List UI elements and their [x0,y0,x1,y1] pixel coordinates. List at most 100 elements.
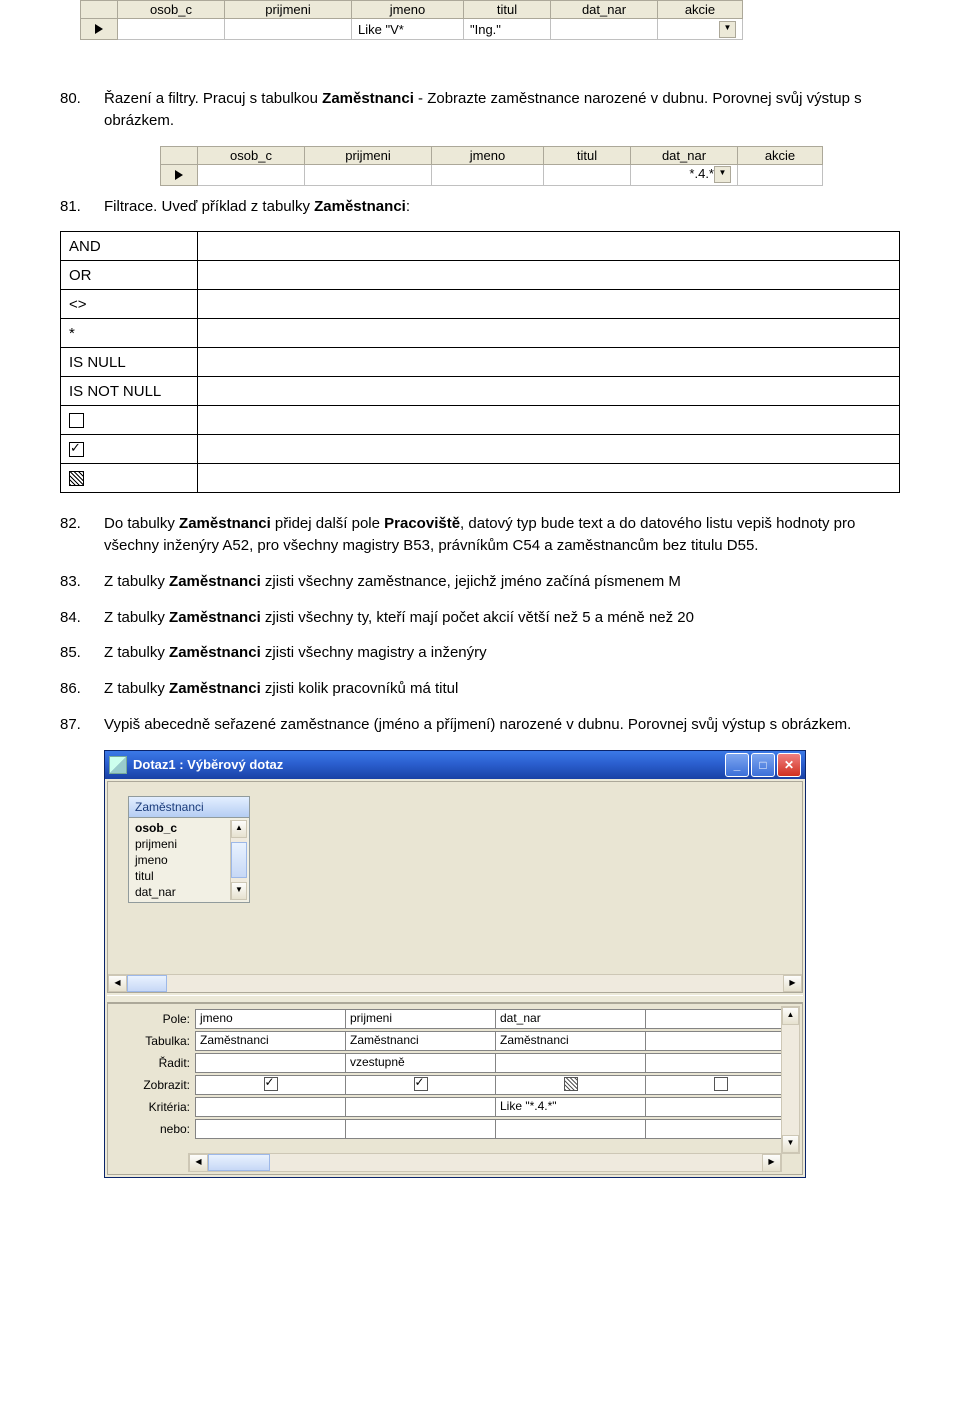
filter-grid-1: osob_c prijmeni jmeno titul dat_nar akci… [80,0,743,40]
filter-isnotnull: IS NOT NULL [61,377,198,406]
qbe-cell[interactable]: vzestupně [345,1053,496,1073]
scroll-thumb[interactable] [208,1154,270,1171]
qbe-cell[interactable] [645,1009,796,1029]
task-number: 83. [60,571,104,593]
scroll-left-icon[interactable]: ◀ [189,1154,208,1172]
label-nebo: nebo: [118,1120,196,1142]
show-checkbox[interactable] [345,1075,496,1095]
scroll-thumb[interactable] [127,975,167,992]
task-text: Z tabulky Zaměstnanci zjisti všechny zam… [104,571,900,593]
task-text: Z tabulky Zaměstnanci zjisti všechny ty,… [104,607,900,629]
col-jmeno[interactable]: jmeno [352,1,464,19]
show-checkbox[interactable] [645,1075,796,1095]
field-item[interactable]: osob_c [131,820,230,836]
scroll-down-icon[interactable]: ▼ [782,1135,799,1153]
scroll-up-icon[interactable]: ▲ [782,1007,799,1025]
maximize-button[interactable]: □ [751,753,775,777]
cell[interactable]: "Ing." [464,19,551,40]
label-pole: Pole: [118,1010,196,1032]
tables-pane[interactable]: Zaměstnanci osob_c prijmeni jmeno titul … [107,781,803,993]
field-item[interactable]: dat_nar [131,884,230,900]
qbe-cell[interactable] [645,1031,796,1051]
table-header[interactable]: Zaměstnanci [129,797,249,818]
filter-star: * [61,319,198,348]
dropdown-icon[interactable]: ▼ [719,21,736,38]
task-number: 81. [60,196,104,218]
qbe-cell[interactable] [195,1053,346,1073]
cell[interactable]: Like "V* [352,19,464,40]
upper-hscrollbar[interactable]: ◀ ▶ [108,974,802,992]
qbe-grid: Pole: jmeno prijmeni dat_nar Tabulka: Za… [107,1003,803,1175]
filter-examples-table: AND OR <> * IS NULL IS NOT NULL [60,231,900,493]
qbe-cell[interactable] [345,1097,496,1117]
lower-hscrollbar[interactable]: ◀ ▶ [188,1153,782,1172]
splitter[interactable] [107,995,803,1003]
task-number: 87. [60,714,104,736]
filter-grid-2: osob_c prijmeni jmeno titul dat_nar akci… [160,146,823,186]
query-icon [109,756,127,774]
query-window: Dotaz1 : Výběrový dotaz _ □ ✕ Zaměstnanc… [104,750,806,1178]
qbe-cell[interactable] [345,1119,496,1139]
filter-and: AND [61,232,198,261]
cell-dropdown[interactable]: ▼ [658,19,743,40]
qbe-cell[interactable] [645,1119,796,1139]
row-selector-icon[interactable] [81,19,118,40]
cell[interactable] [225,19,352,40]
col-dat_nar[interactable]: dat_nar [551,1,658,19]
qbe-cell[interactable]: Zaměstnanci [195,1031,346,1051]
qbe-cell[interactable] [195,1097,346,1117]
col-akcie[interactable]: akcie [658,1,743,19]
checkbox-checked-icon [61,435,198,464]
qbe-cell[interactable]: jmeno [195,1009,346,1029]
task-text: Do tabulky Zaměstnanci přidej další pole… [104,513,900,557]
task-number: 86. [60,678,104,700]
scroll-left-icon[interactable]: ◀ [108,975,127,992]
table-box[interactable]: Zaměstnanci osob_c prijmeni jmeno titul … [128,796,250,903]
scroll-down-icon[interactable]: ▼ [231,882,247,900]
task-text: Řazení a filtry. Pracuj s tabulkou Zaměs… [104,88,900,132]
minimize-button[interactable]: _ [725,753,749,777]
label-tabulka: Tabulka: [118,1032,196,1054]
qbe-cell[interactable] [495,1119,646,1139]
task-text: Filtrace. Uveď příklad z tabulky Zaměstn… [104,196,900,218]
task-text: Z tabulky Zaměstnanci zjisti kolik praco… [104,678,900,700]
dropdown-icon[interactable]: ▼ [714,166,731,183]
scroll-up-icon[interactable]: ▲ [231,820,247,838]
filter-or: OR [61,261,198,290]
qbe-cell[interactable]: Zaměstnanci [495,1031,646,1051]
cell[interactable] [551,19,658,40]
qbe-cell[interactable]: dat_nar [495,1009,646,1029]
task-number: 82. [60,513,104,535]
window-title: Dotaz1 : Výběrový dotaz [133,757,723,772]
field-item[interactable]: titul [131,868,230,884]
qbe-cell[interactable] [495,1053,646,1073]
lower-vscrollbar[interactable]: ▲ ▼ [781,1006,800,1154]
row-selector-icon[interactable] [161,164,198,185]
scroll-thumb[interactable] [231,842,247,878]
col-osob_c[interactable]: osob_c [118,1,225,19]
label-zobrazit: Zobrazit: [118,1076,196,1098]
qbe-cell[interactable] [645,1097,796,1117]
field-item[interactable]: prijmeni [131,836,230,852]
filter-ne: <> [61,290,198,319]
label-kriteria: Kritéria: [118,1098,196,1120]
qbe-cell[interactable] [195,1119,346,1139]
show-checkbox[interactable] [495,1075,646,1095]
qbe-cell[interactable]: Zaměstnanci [345,1031,496,1051]
close-button[interactable]: ✕ [777,753,801,777]
scroll-right-icon[interactable]: ▶ [783,975,802,992]
cell[interactable] [118,19,225,40]
titlebar[interactable]: Dotaz1 : Výběrový dotaz _ □ ✕ [105,751,805,779]
label-radit: Řadit: [118,1054,196,1076]
field-item[interactable]: jmeno [131,852,230,868]
scroll-right-icon[interactable]: ▶ [762,1154,781,1172]
qbe-cell[interactable]: Like "*.4.*" [495,1097,646,1117]
col-titul[interactable]: titul [464,1,551,19]
qbe-cell[interactable] [645,1053,796,1073]
task-text: Vypiš abecedně seřazené zaměstnance (jmé… [104,714,900,736]
show-checkbox[interactable] [195,1075,346,1095]
field-scrollbar[interactable]: ▲ ▼ [230,820,247,900]
task-number: 85. [60,642,104,664]
col-prijmeni[interactable]: prijmeni [225,1,352,19]
qbe-cell[interactable]: prijmeni [345,1009,496,1029]
